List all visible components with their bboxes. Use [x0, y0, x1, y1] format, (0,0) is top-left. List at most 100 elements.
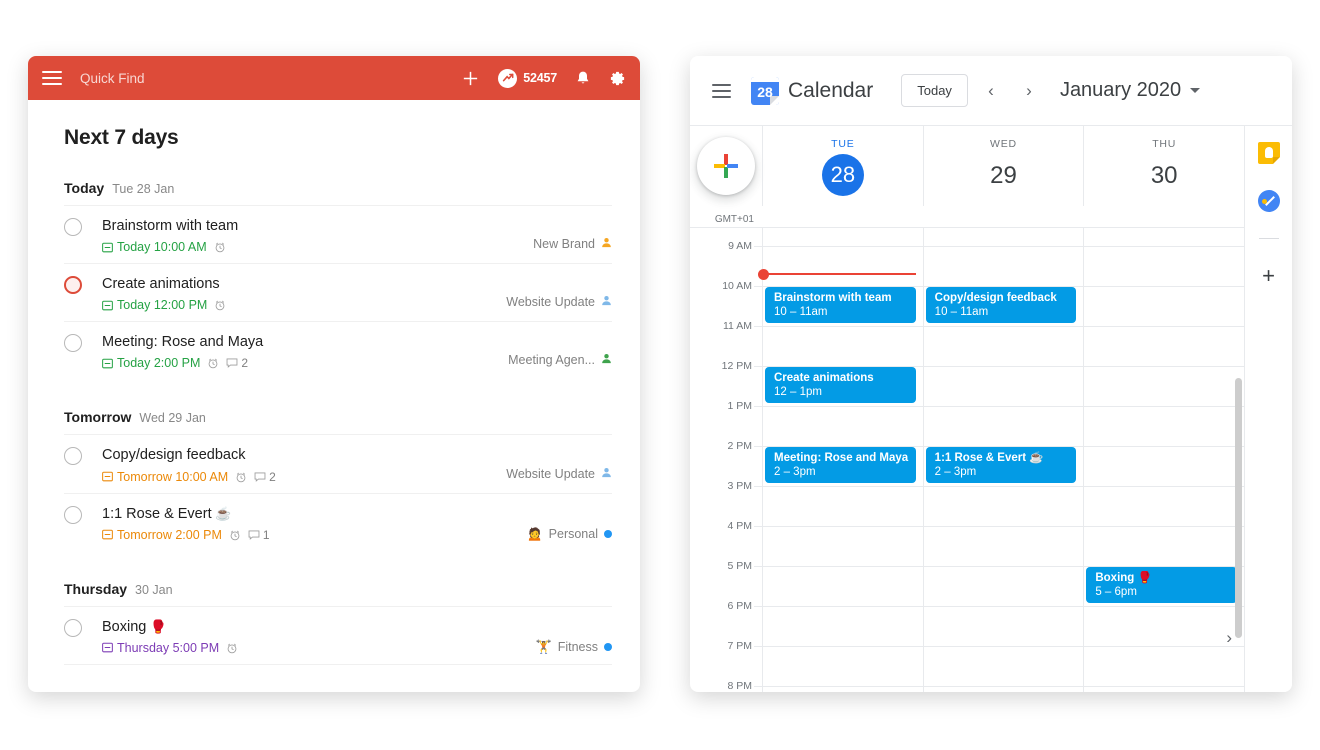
today-button[interactable]: Today: [901, 74, 968, 107]
day-column-28[interactable]: Brainstorm with team 10 – 11am Create anim…: [758, 228, 923, 692]
comment-count[interactable]: 2: [254, 470, 276, 484]
google-keep-icon[interactable]: [1257, 142, 1280, 164]
event-title: 1:1 Rose & Evert ☕: [934, 452, 1044, 464]
task-meta: Today 10:00 AM: [102, 240, 533, 254]
hour-tick: [754, 686, 762, 687]
hour-gridline: [923, 366, 1084, 367]
hamburger-menu-icon[interactable]: [712, 83, 731, 98]
chevron-left-icon[interactable]: ‹: [976, 76, 1006, 106]
task-checkbox[interactable]: [64, 334, 82, 353]
task-row[interactable]: 1:1 Rose & Evert ☕ Tomorrow 2:00 PM 1 🙍 Pers…: [64, 492, 612, 551]
hamburger-menu-icon[interactable]: [42, 71, 62, 85]
task-checkbox[interactable]: [64, 218, 82, 236]
comment-count[interactable]: 1: [248, 528, 270, 542]
hour-gridline: [1084, 486, 1244, 487]
hour-gridline: [1084, 326, 1244, 327]
calendar-event[interactable]: 1:1 Rose & Evert ☕ 2 – 3pm: [925, 447, 1077, 483]
task-due-date[interactable]: Today 12:00 PM: [102, 298, 207, 312]
calendar-scroll-area[interactable]: 9 AM 10 AM 11 AM 12 PM 1 PM 2 PM 3 PM 4 PM 5 PM 6…: [690, 228, 1244, 692]
day-header-tue[interactable]: TUE 28: [762, 126, 923, 206]
hour-gridline: [1084, 646, 1244, 647]
task-project[interactable]: Website Update: [506, 293, 612, 312]
hour-label: 6 PM: [727, 600, 752, 612]
chevron-right-icon[interactable]: ›: [1014, 76, 1044, 106]
task-row[interactable]: Meeting: Rose and Maya Today 2:00 PM 2 Meet…: [64, 321, 612, 379]
task-checkbox[interactable]: [64, 447, 82, 466]
task-title: Create animations: [102, 276, 220, 293]
comment-count[interactable]: 2: [226, 356, 248, 370]
shared-project-avatar-icon: [601, 351, 612, 369]
calendar-event[interactable]: Meeting: Rose and Maya 2 – 3pm: [765, 447, 916, 483]
day-of-week: WED: [990, 138, 1017, 150]
karma-trend-icon: [498, 68, 518, 88]
project-color-dot: [604, 529, 612, 538]
plus-icon[interactable]: [461, 69, 480, 88]
comment-count-text: 2: [269, 469, 276, 484]
task-due-date[interactable]: Tomorrow 2:00 PM: [102, 528, 222, 542]
task-title: Meeting: Rose and Maya: [102, 334, 264, 351]
event-time: 2 – 3pm: [934, 466, 977, 478]
task-due-date[interactable]: Tomorrow 10:00 AM: [102, 470, 228, 484]
calendar-event[interactable]: Copy/design feedback 10 – 11am: [925, 287, 1077, 323]
alarm-icon: [214, 299, 226, 311]
hour-gridline: [1084, 686, 1244, 687]
chevron-right-icon[interactable]: ›: [1226, 628, 1232, 648]
project-name: Website Update: [506, 295, 595, 310]
task-row[interactable]: Boxing 🥊 Thursday 5:00 PM 🏋 Fitness: [64, 605, 612, 664]
task-meta: Today 2:00 PM 2: [102, 356, 508, 370]
create-event-button[interactable]: [697, 137, 755, 195]
google-tasks-icon[interactable]: [1257, 190, 1280, 212]
calendar-event[interactable]: Create animations 12 – 1pm: [765, 367, 916, 403]
comment-count-text: 2: [241, 356, 249, 371]
event-time: 10 – 11am: [934, 306, 989, 318]
bell-icon[interactable]: [575, 70, 591, 87]
project-emoji: 🙍: [526, 526, 543, 542]
task-project[interactable]: 🏋 Fitness: [536, 640, 612, 655]
task-row[interactable]: Create animations Today 12:00 PM Website U…: [64, 263, 612, 321]
task-project[interactable]: Meeting Agen...: [508, 351, 612, 370]
hour-gridline: [763, 686, 923, 687]
task-due-date[interactable]: Today 10:00 AM: [102, 240, 207, 254]
hour-gridline: [1084, 606, 1244, 607]
task-due-date[interactable]: Thursday 5:00 PM: [102, 641, 219, 655]
task-project[interactable]: Website Update: [506, 465, 612, 484]
calendar-icon: [102, 529, 113, 540]
task-checkbox[interactable]: [64, 618, 82, 637]
hour-label: 1 PM: [727, 400, 752, 412]
chevron-down-icon[interactable]: [1190, 88, 1201, 93]
day-column-30[interactable]: Boxing 🥊 5 – 6pm: [1083, 228, 1244, 692]
calendar-event[interactable]: Boxing 🥊 5 – 6pm: [1086, 567, 1238, 603]
task-checkbox[interactable]: [64, 505, 82, 524]
add-addon-icon[interactable]: +: [1262, 265, 1275, 287]
day-header-thu[interactable]: THU 30: [1083, 126, 1244, 206]
day-number[interactable]: 30: [1084, 156, 1244, 196]
divider: [1258, 238, 1279, 239]
hour-tick: [754, 526, 762, 527]
task-row[interactable]: Brainstorm with team Today 10:00 AM New Br…: [64, 205, 612, 263]
hour-tick: [754, 326, 762, 327]
day-header-wed[interactable]: WED 29: [922, 126, 1084, 206]
day-number[interactable]: 28: [821, 154, 864, 196]
hour-label: 8 PM: [727, 680, 752, 692]
alarm-icon: [235, 471, 247, 483]
alarm-icon: [214, 241, 226, 253]
hour-gridline: [763, 566, 923, 567]
hour-gridline: [923, 406, 1084, 407]
calendar-event[interactable]: Brainstorm with team 10 – 11am: [765, 287, 916, 323]
task-meta: Tomorrow 2:00 PM 1: [102, 528, 526, 542]
project-name: Website Update: [506, 466, 595, 481]
task-row[interactable]: Copy/design feedback Tomorrow 10:00 AM 2 We…: [64, 434, 612, 492]
gear-icon[interactable]: [609, 70, 626, 87]
project-name: New Brand: [533, 237, 595, 252]
event-time: 12 – 1pm: [774, 386, 822, 398]
hour-label: 4 PM: [727, 520, 752, 532]
task-project[interactable]: 🙍 Personal: [526, 527, 612, 542]
vertical-scrollbar[interactable]: [1235, 378, 1242, 638]
task-due-date[interactable]: Today 2:00 PM: [102, 356, 200, 370]
day-column-29[interactable]: Copy/design feedback 10 – 11am 1:1 Rose & …: [922, 228, 1084, 692]
task-checkbox[interactable]: [64, 276, 82, 295]
day-number[interactable]: 29: [924, 156, 1084, 196]
search-input[interactable]: [80, 70, 280, 86]
task-project[interactable]: New Brand: [533, 235, 612, 254]
karma-counter[interactable]: 52457: [498, 68, 557, 88]
